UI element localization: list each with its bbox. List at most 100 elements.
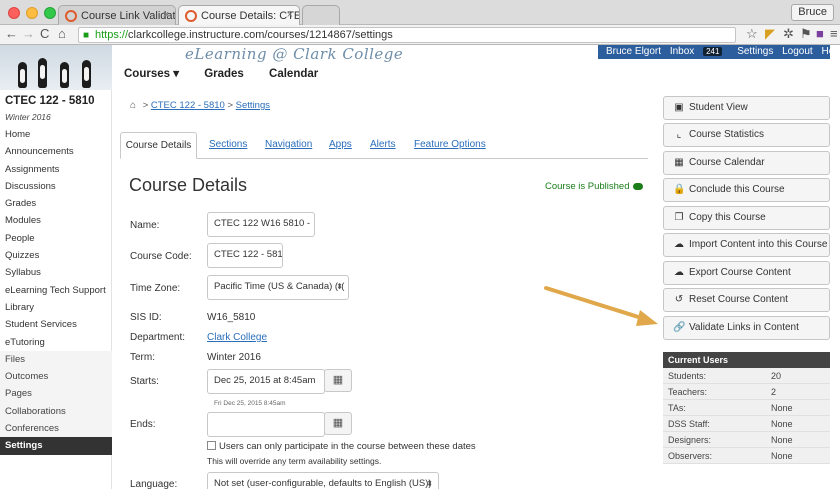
users-row-students: Students: 20: [663, 368, 830, 384]
close-window-button[interactable]: [8, 7, 20, 19]
address-bar[interactable]: ■ https://clarkcollege.instructure.com/c…: [78, 27, 736, 43]
users-row-teachers: Teachers: 2: [663, 384, 830, 400]
current-users-panel: Current Users Students: 20 Teachers: 2 TAs…: [663, 352, 830, 464]
page-title: Course Details: [129, 175, 248, 195]
course-calendar-button[interactable]: ▦ Course Calendar: [663, 151, 830, 175]
help-link[interactable]: Help: [822, 46, 840, 57]
sidebar-item-assignments[interactable]: Assignments: [0, 161, 112, 178]
starts-label: Starts:: [130, 376, 159, 387]
reset-content-button[interactable]: ↺ Reset Course Content: [663, 288, 830, 312]
site-logo[interactable]: eLearning @ Clark College: [185, 45, 403, 63]
tab-sections[interactable]: Sections: [209, 132, 247, 159]
new-tab-button[interactable]: [302, 5, 340, 26]
copy-course-button[interactable]: ❐ Copy this Course: [663, 206, 830, 230]
restrict-dates-row: Users can only participate in the course…: [207, 441, 476, 452]
tab-close-icon[interactable]: ×: [163, 9, 169, 21]
breadcrumb-home-icon[interactable]: ⌂: [130, 100, 136, 111]
end-date-calendar-button[interactable]: ▦: [324, 412, 352, 435]
sidebar-item-collaborations[interactable]: Collaborations: [0, 402, 112, 421]
language-label: Language:: [130, 479, 178, 489]
override-note: This will override any term availability…: [207, 456, 382, 466]
gear-extension-icon[interactable]: ✲: [783, 27, 794, 41]
sidebar-item-student-services[interactable]: Student Services: [0, 316, 112, 333]
term-label: Term:: [130, 352, 155, 363]
users-row-tas: TAs: None: [663, 400, 830, 416]
nav-grades-link[interactable]: Grades: [204, 68, 244, 80]
browser-tab-course-details[interactable]: Course Details: CTEC 122 ×: [178, 5, 300, 26]
sidebar-item-files[interactable]: Files: [0, 350, 112, 369]
export-content-button[interactable]: ☁ Export Course Content: [663, 261, 830, 285]
start-date-calendar-button[interactable]: ▦: [324, 369, 352, 392]
tab-navigation[interactable]: Navigation: [265, 132, 312, 159]
sidebar-item-elearning-tech-support[interactable]: eLearning Tech Support: [0, 282, 112, 299]
flag-extension-icon[interactable]: ⚑: [800, 27, 812, 41]
onenote-extension-icon[interactable]: ■: [816, 27, 824, 41]
conclude-course-button[interactable]: 🔒 Conclude this Course: [663, 178, 830, 202]
restrict-dates-checkbox[interactable]: [207, 441, 216, 450]
course-term: Winter 2016: [5, 112, 51, 122]
sidebar-item-announcements[interactable]: Announcements: [0, 143, 112, 160]
language-select[interactable]: Not set (user-configurable, defaults to …: [207, 472, 439, 489]
student-view-icon: ▣: [674, 102, 684, 113]
course-code-input[interactable]: CTEC 122 - 581: [207, 243, 283, 268]
settings-link[interactable]: Settings: [737, 46, 773, 57]
tab-apps[interactable]: Apps: [329, 132, 352, 159]
home-icon[interactable]: ⌂: [58, 27, 66, 41]
tab-close-icon[interactable]: ×: [287, 9, 293, 21]
course-name-input[interactable]: CTEC 122 W16 5810 -: [207, 212, 315, 237]
penguin-banner-image: [0, 45, 112, 90]
browser-menu-icon[interactable]: ≡: [830, 27, 838, 41]
browser-tab-link-validator[interactable]: Course Link Validator: CTE ×: [58, 5, 176, 26]
url-scheme: https://: [95, 29, 129, 41]
minimize-window-button[interactable]: [26, 7, 38, 19]
logout-link[interactable]: Logout: [782, 46, 813, 57]
sidebar-item-outcomes[interactable]: Outcomes: [0, 368, 112, 386]
validate-links-button[interactable]: 🔗 Validate Links in Content: [663, 316, 830, 340]
main-nav: Courses ▾ Grades Calendar: [124, 66, 340, 80]
sidebar-item-etutoring[interactable]: eTutoring: [0, 334, 112, 351]
forward-icon[interactable]: →: [22, 27, 35, 41]
course-statistics-button[interactable]: ⌞ Course Statistics: [663, 123, 830, 147]
sidebar-item-home[interactable]: Home: [0, 126, 112, 143]
nav-courses-link[interactable]: Courses ▾: [124, 68, 179, 80]
sidebar-item-pages[interactable]: Pages: [0, 385, 112, 403]
breadcrumb-settings-link[interactable]: Settings: [236, 100, 270, 111]
import-content-button[interactable]: ☁ Import Content into this Course: [663, 233, 830, 257]
nav-calendar-link[interactable]: Calendar: [269, 68, 318, 80]
sidebar-item-grades[interactable]: Grades: [0, 195, 112, 212]
inbox-link[interactable]: Inbox 241: [670, 46, 729, 57]
sidebar-item-settings[interactable]: Settings: [0, 437, 112, 455]
sidebar-item-syllabus[interactable]: Syllabus: [0, 264, 112, 281]
back-icon[interactable]: ←: [5, 27, 18, 41]
tab-course-details[interactable]: Course Details: [120, 132, 197, 159]
breadcrumb-course-link[interactable]: CTEC 122 - 5810: [151, 100, 225, 111]
sidebar-item-people[interactable]: People: [0, 230, 112, 247]
users-row-dss-staff: DSS Staff: None: [663, 416, 830, 432]
inbox-count-badge: 241: [703, 47, 723, 56]
lock-icon: 🔒: [673, 184, 686, 195]
sidebar-item-library[interactable]: Library: [0, 299, 112, 316]
lock-icon: ■: [83, 30, 90, 41]
bookmark-star-icon[interactable]: ☆: [746, 27, 758, 41]
department-link[interactable]: Clark College: [207, 332, 267, 343]
sidebar-item-conferences[interactable]: Conferences: [0, 420, 112, 438]
tab-feature-options[interactable]: Feature Options: [414, 132, 486, 159]
reload-icon[interactable]: C: [40, 27, 49, 41]
zoom-window-button[interactable]: [44, 7, 56, 19]
sidebar-item-modules[interactable]: Modules: [0, 212, 112, 229]
user-name-link[interactable]: Bruce Elgort: [606, 46, 661, 57]
start-date-input[interactable]: Dec 25, 2015 at 8:45am: [207, 369, 325, 394]
time-zone-label: Time Zone:: [130, 283, 181, 294]
profile-button[interactable]: Bruce: [791, 4, 834, 21]
start-date-hint: Fri Dec 25, 2015 8:45am: [214, 400, 286, 407]
ends-label: Ends:: [130, 419, 156, 430]
extension-icon[interactable]: ◤: [765, 27, 775, 41]
calendar-icon: ▦: [332, 417, 344, 429]
user-nav: Bruce Elgort Inbox 241 Settings Logout H…: [598, 45, 840, 59]
student-view-button[interactable]: ▣ Student View: [663, 96, 830, 120]
sidebar-item-discussions[interactable]: Discussions: [0, 178, 112, 195]
tab-alerts[interactable]: Alerts: [370, 132, 396, 159]
sidebar-item-quizzes[interactable]: Quizzes: [0, 247, 112, 264]
time-zone-select[interactable]: Pacific Time (US & Canada) (-( ⬍: [207, 275, 349, 300]
end-date-input[interactable]: [207, 412, 325, 437]
